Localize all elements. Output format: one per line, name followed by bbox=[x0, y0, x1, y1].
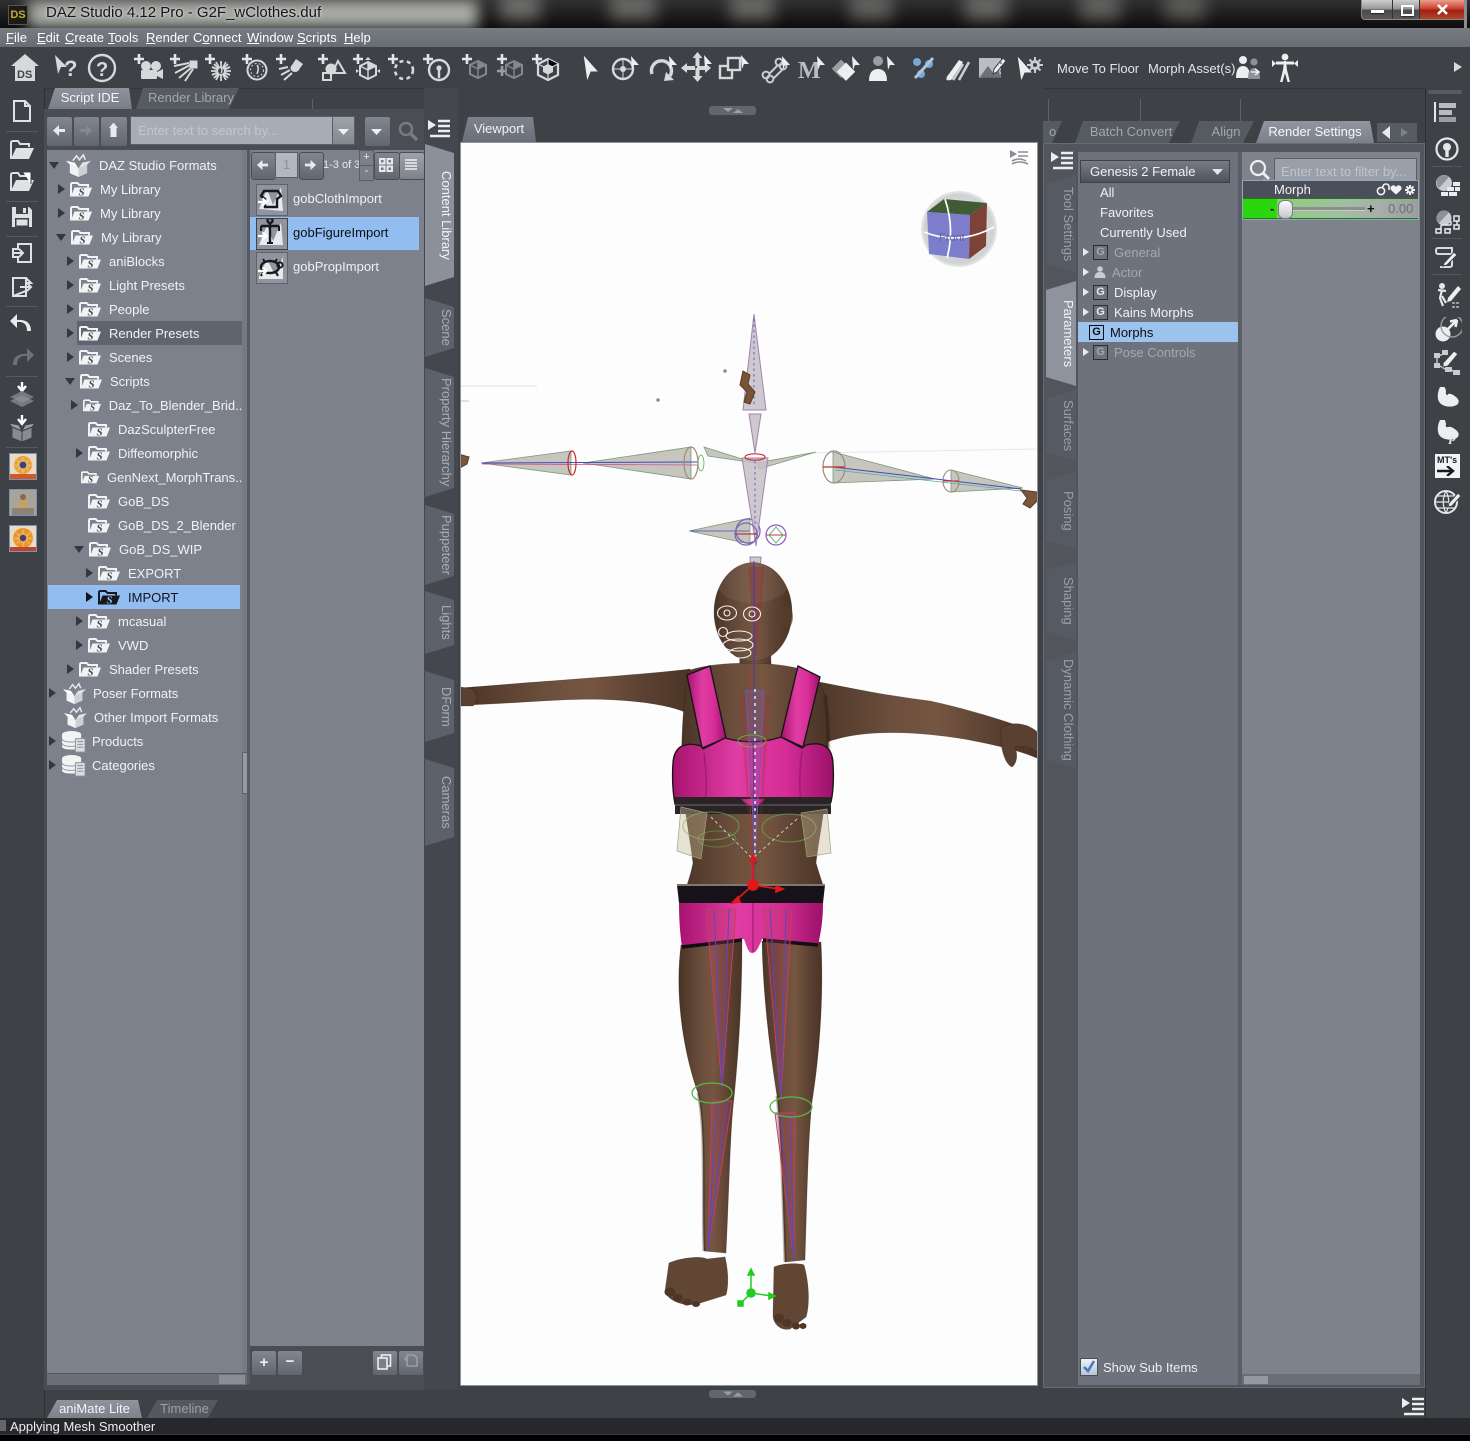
svg-text:?: ? bbox=[96, 59, 108, 81]
svg-text:Front: Front bbox=[939, 232, 965, 244]
svg-text:P: P bbox=[1448, 433, 1456, 444]
svg-text:M: M bbox=[798, 58, 821, 84]
svg-text:DS: DS bbox=[17, 69, 32, 81]
svg-text:?: ? bbox=[64, 56, 77, 81]
